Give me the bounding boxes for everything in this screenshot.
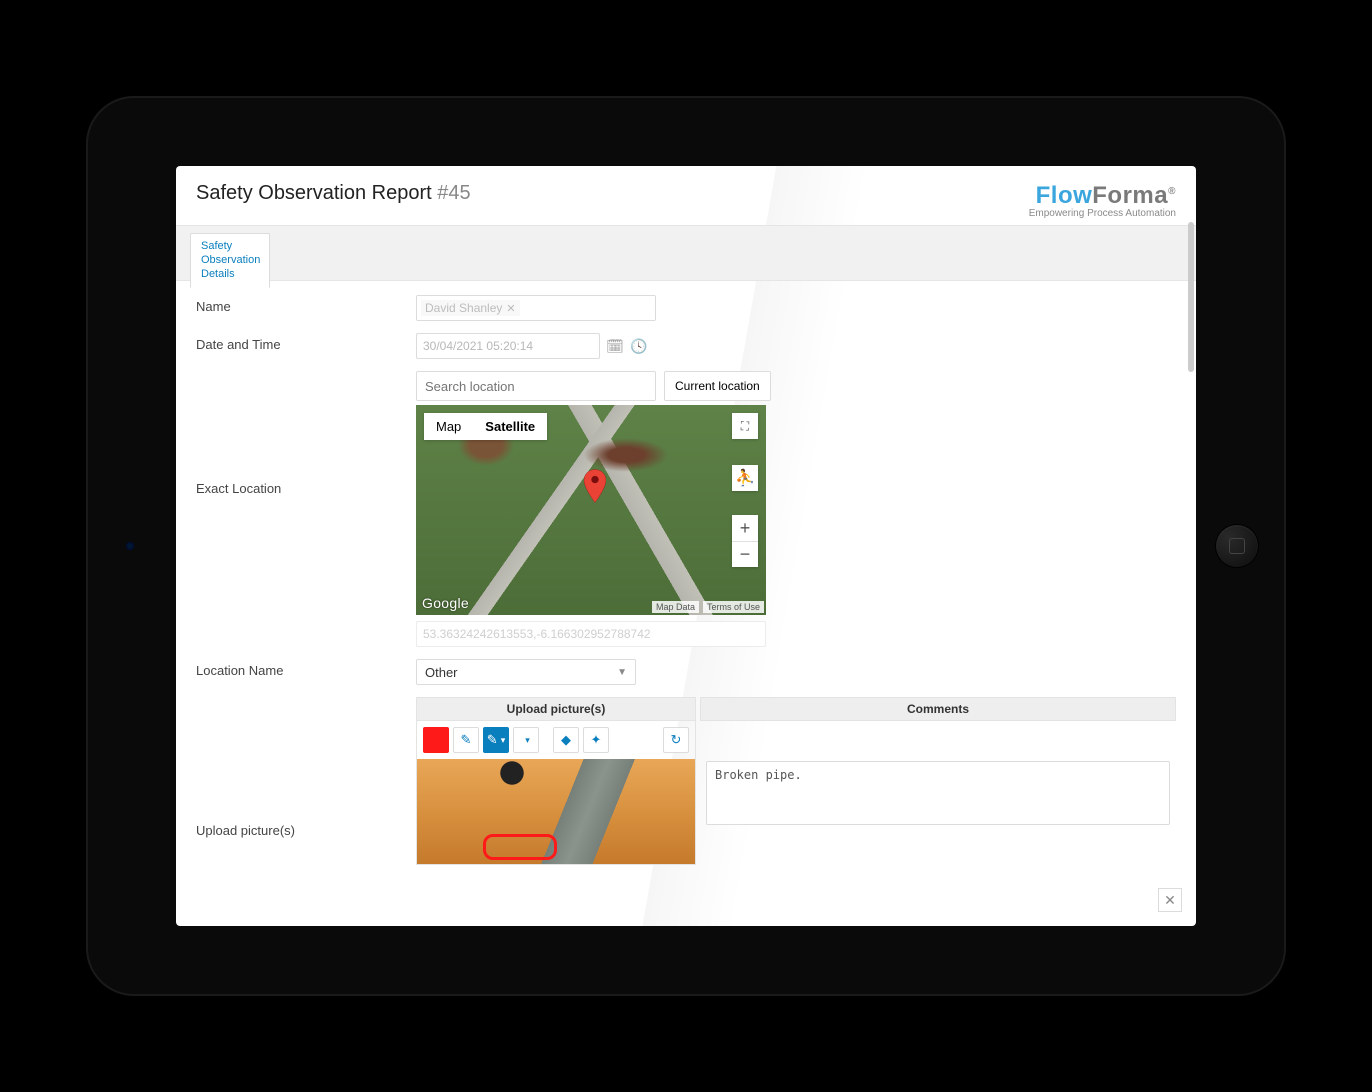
tablet-frame: Safety Observation Report #45 FlowForma®… [86, 96, 1286, 996]
app-screen: Safety Observation Report #45 FlowForma®… [176, 166, 1196, 926]
current-location-button[interactable]: Current location [664, 371, 771, 401]
zoom-out-button[interactable]: − [732, 541, 758, 567]
name-label: Name [196, 295, 416, 321]
comments-textarea[interactable] [706, 761, 1170, 825]
report-number: #45 [437, 182, 470, 204]
stamp-icon[interactable]: ✦ [583, 727, 609, 753]
exact-location-label: Exact Location [196, 371, 416, 647]
map-type-switch: Map Satellite [424, 413, 547, 440]
home-button[interactable] [1216, 525, 1258, 567]
close-button[interactable]: ✕ [1158, 888, 1182, 912]
tab-strip: Safety Observation Details [176, 225, 1196, 281]
dropdown-icon[interactable] [513, 727, 539, 753]
annotation-mark [483, 834, 557, 860]
brush-icon[interactable]: ✎ [483, 727, 509, 753]
tab-line: Safety [201, 240, 259, 254]
map-type-satellite-button[interactable]: Satellite [473, 413, 547, 440]
row-datetime: Date and Time 🗓 🕓 [196, 333, 1176, 359]
close-icon[interactable]: ✕ [506, 302, 515, 315]
image-editor: ✎ ✎ ◆ ✦ ↻ [416, 721, 696, 865]
picker-icon[interactable]: ✎ [453, 727, 479, 753]
comments-cell [700, 721, 1176, 865]
uploaded-image[interactable] [417, 759, 695, 864]
app-header: Safety Observation Report #45 FlowForma®… [176, 166, 1196, 225]
fullscreen-icon[interactable]: ⛶ [732, 413, 758, 439]
calendar-icon[interactable]: 🗓 [606, 338, 624, 355]
location-name-label: Location Name [196, 659, 416, 685]
upload-column-header: Upload picture(s) [416, 697, 696, 721]
brand-logo: FlowForma® Empowering Process Automation [1029, 182, 1176, 219]
page-title: Safety Observation Report #45 [196, 182, 471, 205]
map-footer: Map Data Terms of Use [652, 601, 764, 613]
scrollbar[interactable] [1188, 222, 1194, 372]
form-area: Name David Shanley ✕ Date and Time 🗓 [176, 281, 1196, 865]
tab-line: Details [201, 268, 259, 282]
location-name-value: Other [425, 665, 458, 680]
location-search-input[interactable] [416, 371, 656, 401]
google-logo: Google [422, 595, 469, 611]
map-data-link[interactable]: Map Data [652, 601, 699, 613]
chevron-down-icon: ▼ [617, 667, 627, 678]
datetime-label: Date and Time [196, 333, 416, 359]
row-location-name: Location Name Other ▼ [196, 659, 1176, 685]
title-text: Safety Observation Report [196, 182, 432, 204]
pegman-icon[interactable]: ⛹ [732, 465, 758, 491]
reset-icon[interactable]: ↻ [663, 727, 689, 753]
brand-name: FlowForma® [1029, 182, 1176, 210]
terms-link[interactable]: Terms of Use [703, 601, 764, 613]
map-type-map-button[interactable]: Map [424, 413, 473, 440]
camera-icon [126, 542, 134, 550]
map-widget[interactable]: Map Satellite ⛶ ⛹ + − Google [416, 405, 766, 615]
upload-pictures-label: Upload picture(s) [196, 693, 416, 865]
brand-reg: ® [1168, 186, 1176, 197]
brand-part2: Forma [1092, 182, 1168, 209]
brand-part1: Flow [1036, 182, 1093, 209]
datetime-input[interactable] [416, 333, 600, 359]
editor-toolbar: ✎ ✎ ◆ ✦ ↻ [417, 721, 695, 759]
brand-tagline: Empowering Process Automation [1029, 208, 1176, 219]
zoom-in-button[interactable]: + [732, 515, 758, 541]
comments-column-header: Comments [700, 697, 1176, 721]
name-chip-text: David Shanley [425, 301, 502, 315]
row-name: Name David Shanley ✕ [196, 295, 1176, 321]
map-pin-icon[interactable] [584, 469, 606, 503]
eraser-icon[interactable]: ◆ [553, 727, 579, 753]
coordinates-input[interactable] [416, 621, 766, 647]
row-upload: Upload picture(s) Upload picture(s) Comm… [196, 693, 1176, 865]
row-exact-location: Exact Location Current location Map Sate… [196, 371, 1176, 647]
color-swatch-button[interactable] [423, 727, 449, 753]
name-chip: David Shanley ✕ [421, 300, 520, 316]
clock-icon[interactable]: 🕓 [630, 338, 648, 355]
tab-line: Observation [201, 254, 259, 268]
tab-safety-observation-details[interactable]: Safety Observation Details [190, 233, 270, 288]
location-name-select[interactable]: Other ▼ [416, 659, 636, 685]
name-input[interactable]: David Shanley ✕ [416, 295, 656, 321]
